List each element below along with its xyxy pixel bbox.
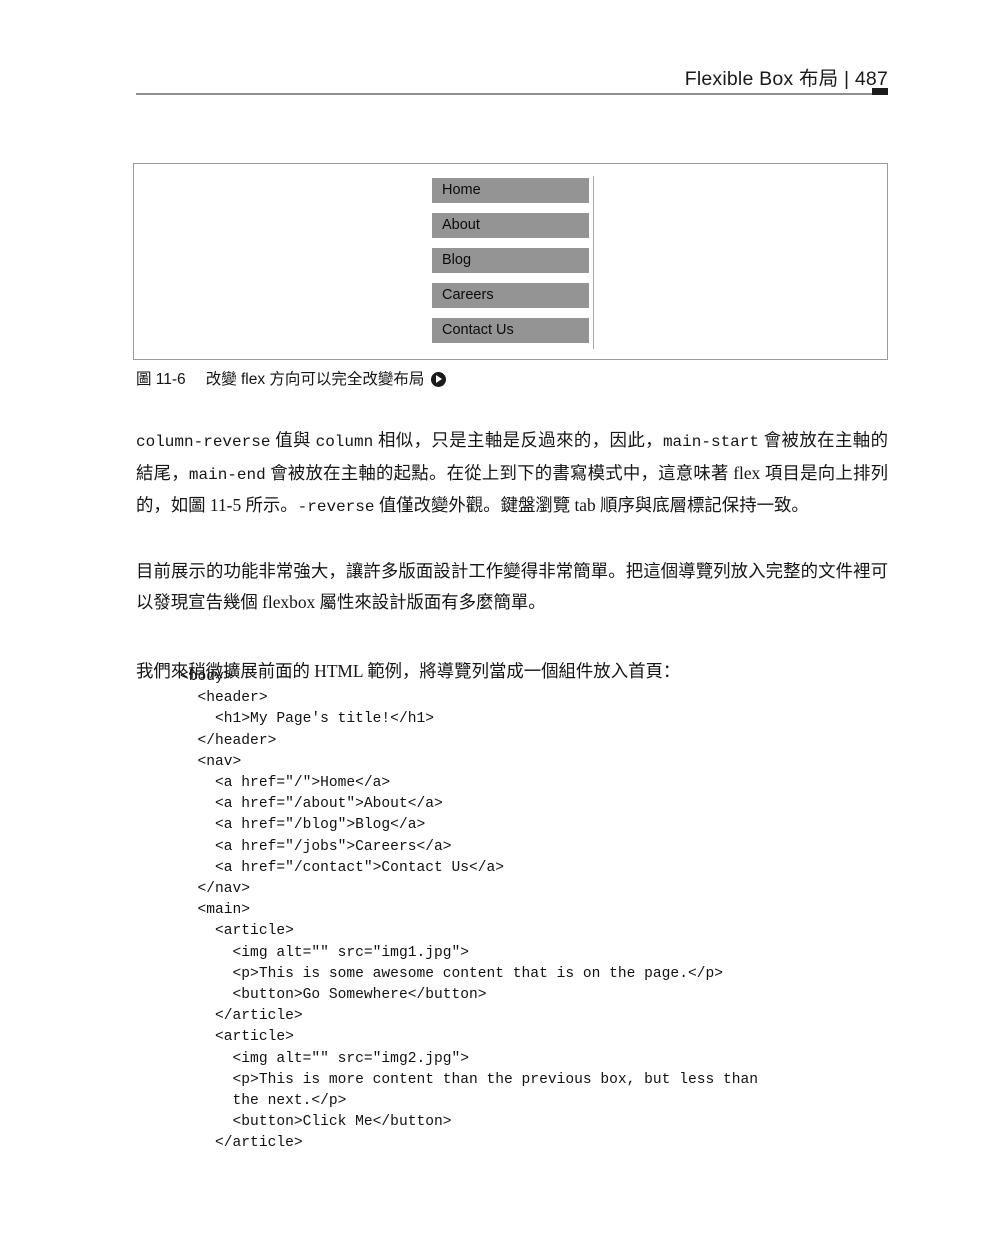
code-term-main-end: main-end: [188, 465, 266, 484]
code-term-reverse: -reverse: [297, 498, 375, 516]
figure-caption: 圖 11-6 改變 flex 方向可以完全改變布局: [136, 367, 447, 389]
play-circle-icon: [431, 371, 447, 387]
nav-button-home[interactable]: Home: [432, 178, 589, 203]
figure-caption-label: 圖 11-6: [136, 371, 186, 388]
code-term-main-start: main-start: [662, 433, 759, 451]
header-rule: [136, 93, 888, 95]
page-title: Flexible Box 布局 | 487: [684, 68, 888, 90]
code-term-column: column: [315, 433, 374, 451]
nav-button-contact-us[interactable]: Contact Us: [432, 318, 589, 343]
nav-button-stack: Home About Blog Careers Contact Us: [432, 178, 589, 343]
page-edge-tab-mark: [872, 88, 888, 95]
paragraph-column-reverse: column-reverse 值與 column 相似，只是主軸是反過來的，因此…: [136, 425, 888, 523]
nav-button-careers[interactable]: Careers: [432, 283, 589, 308]
figure-11-6-frame: Home About Blog Careers Contact Us: [133, 163, 888, 360]
paragraph-flexbox-simple: 目前展示的功能非常強大，讓許多版面設計工作變得非常簡單。把這個導覽列放入完整的文…: [136, 561, 888, 612]
code-term-column-reverse: column-reverse: [136, 433, 271, 451]
paragraph-text-1e: 值僅改變外觀。鍵盤瀏覽 tab 順序與底層標記保持一致。: [374, 495, 809, 515]
nav-button-blog[interactable]: Blog: [432, 248, 589, 273]
page-running-head: Flexible Box 布局 | 487: [136, 62, 888, 96]
code-listing-html: <body> <header> <h1>My Page's title!</h1…: [180, 669, 759, 1152]
paragraph-text-1b: 相似，只是主軸是反過來的，因此，: [373, 430, 663, 450]
nav-vertical-divider: [593, 176, 595, 349]
figure-caption-text: 改變 flex 方向可以完全改變布局: [205, 371, 425, 388]
nav-button-about[interactable]: About: [432, 213, 589, 238]
paragraph-text-1a: 值與: [270, 430, 316, 450]
figure-content: Home About Blog Careers Contact Us: [134, 164, 887, 359]
